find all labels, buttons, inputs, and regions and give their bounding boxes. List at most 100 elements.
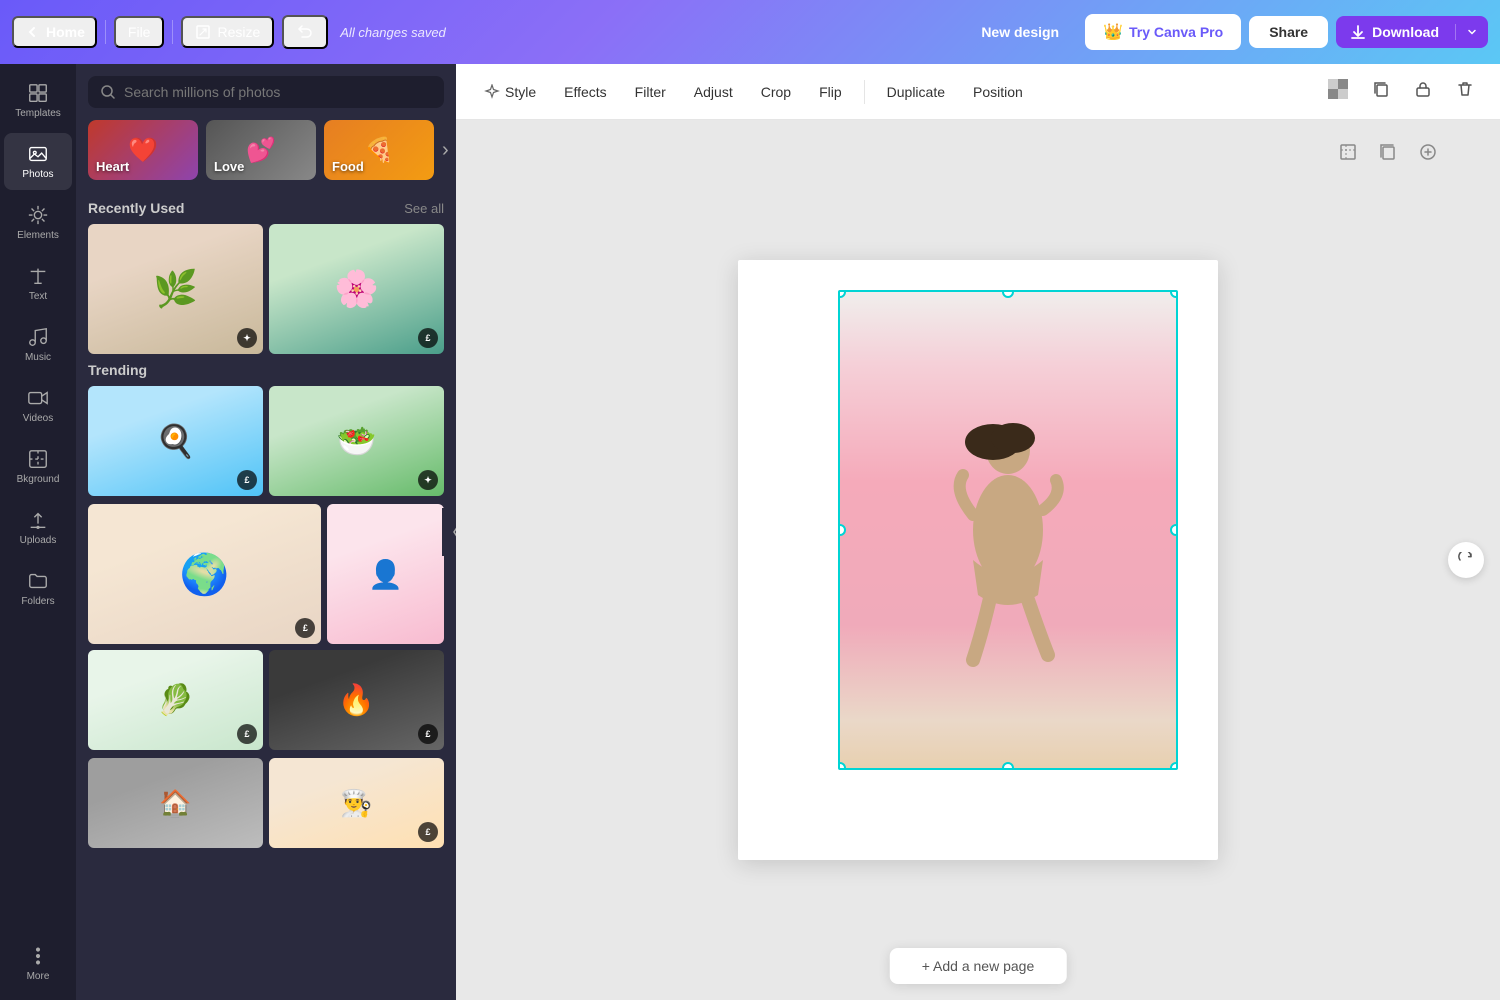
- filter-button[interactable]: Filter: [623, 77, 678, 107]
- handle-bottom-mid[interactable]: [1002, 762, 1014, 770]
- download-button-group[interactable]: Download: [1336, 16, 1488, 48]
- trending-row-1: 🍳 £ 🥗 ✦: [88, 386, 444, 496]
- lock-icon: [1414, 80, 1432, 98]
- sidebar-item-text[interactable]: Text: [4, 255, 72, 312]
- resize-button[interactable]: Resize: [181, 16, 274, 48]
- main-area: Templates Photos Elements Text: [0, 64, 1500, 1000]
- search-bar: [88, 76, 444, 108]
- category-chip-food[interactable]: 🍕 Food: [324, 120, 434, 180]
- photo-card-fireplace[interactable]: 🔥 £: [269, 650, 444, 750]
- file-button[interactable]: File: [114, 16, 165, 48]
- expand-frame-button[interactable]: [1332, 136, 1364, 168]
- sidebar-item-photos[interactable]: Photos: [4, 133, 72, 190]
- folders-icon: [27, 570, 49, 592]
- copy-button[interactable]: [1362, 73, 1400, 110]
- sidebar-icons: Templates Photos Elements Text: [0, 64, 76, 1000]
- see-all-recent[interactable]: See all: [404, 201, 444, 216]
- badge-picnic: ✦: [418, 470, 438, 490]
- duplicate-page-button[interactable]: [1372, 136, 1404, 168]
- food-chip-label: Food: [332, 159, 364, 174]
- crown-icon: 👑: [1103, 22, 1123, 42]
- canvas-right-tools: [1448, 542, 1484, 578]
- copy-icon: [1372, 80, 1390, 98]
- photo-card-kitchen[interactable]: 🍳 £: [88, 386, 263, 496]
- uploads-icon: [27, 509, 49, 531]
- trending-row-2: 🌍 £ 👤: [88, 504, 444, 644]
- photo-card-picnic[interactable]: 🥗 ✦: [269, 386, 444, 496]
- love-chip-label: Love: [214, 159, 244, 174]
- canvas-page: ↻: [738, 260, 1218, 860]
- photos-icon: [27, 143, 49, 165]
- trending-title: Trending: [88, 362, 147, 378]
- top-navbar: Home File Resize All changes saved New d…: [0, 0, 1500, 64]
- effects-button[interactable]: Effects: [552, 77, 619, 107]
- text-icon: [27, 265, 49, 287]
- handle-bottom-right[interactable]: [1170, 762, 1178, 770]
- trending-row-3: 🥬 £ 🔥 £: [88, 650, 444, 750]
- add-page-top-button[interactable]: [1412, 136, 1444, 168]
- music-icon: [27, 326, 49, 348]
- transparency-icon: [1328, 79, 1348, 99]
- nav-divider-2: [172, 20, 173, 44]
- adjust-button[interactable]: Adjust: [682, 77, 745, 107]
- new-design-button[interactable]: New design: [963, 16, 1077, 48]
- refresh-view-button[interactable]: [1448, 542, 1484, 578]
- style-button[interactable]: Style: [472, 77, 548, 107]
- recently-used-header: Recently Used See all: [88, 200, 444, 216]
- editor-area: Style Effects Filter Adjust Crop Flip Du…: [456, 64, 1500, 1000]
- trash-icon: [1456, 80, 1474, 98]
- category-chip-heart[interactable]: ❤️ Heart: [88, 120, 198, 180]
- woman-figure: [908, 330, 1108, 730]
- search-icon: [100, 84, 116, 100]
- position-button[interactable]: Position: [961, 77, 1035, 107]
- chevron-left-icon: [24, 24, 40, 40]
- delete-button[interactable]: [1446, 73, 1484, 110]
- more-icon: [27, 945, 49, 967]
- badge-chef: £: [418, 822, 438, 842]
- sidebar-item-folders[interactable]: Folders: [4, 560, 72, 617]
- photo-card-girl-shadow[interactable]: 👤: [327, 504, 444, 644]
- photo-card-palm[interactable]: 🌿 ✦: [88, 224, 263, 354]
- hide-chevron-icon: [451, 524, 456, 540]
- badge-fireplace: £: [418, 724, 438, 744]
- photo-card-chef[interactable]: 👨‍🍳 £: [269, 758, 444, 848]
- hide-panel-button[interactable]: [442, 508, 456, 556]
- sidebar-item-background[interactable]: Bkground: [4, 438, 72, 495]
- add-page-icon: [1418, 142, 1438, 162]
- sidebar-item-elements[interactable]: Elements: [4, 194, 72, 251]
- category-chip-love[interactable]: 💕 Love: [206, 120, 316, 180]
- sidebar-item-videos[interactable]: Videos: [4, 377, 72, 434]
- handle-mid-right[interactable]: [1170, 524, 1178, 536]
- photo-card-flowers[interactable]: 🌸 £: [269, 224, 444, 354]
- photo-card-grid[interactable]: 🏠: [88, 758, 263, 848]
- search-input[interactable]: [124, 84, 432, 100]
- category-more-button[interactable]: ›: [442, 139, 449, 162]
- left-panel: ❤️ Heart 💕 Love 🍕 Food › Recently Used S…: [76, 64, 456, 1000]
- duplicate-button[interactable]: Duplicate: [875, 77, 957, 107]
- image-frame[interactable]: ↻: [838, 290, 1178, 770]
- expand-icon: [1338, 142, 1358, 162]
- crop-button[interactable]: Crop: [749, 77, 803, 107]
- home-button[interactable]: Home: [12, 16, 97, 48]
- photo-card-cooking[interactable]: 🥬 £: [88, 650, 263, 750]
- heart-chip-label: Heart: [96, 159, 129, 174]
- checkerboard-button[interactable]: [1318, 72, 1358, 111]
- add-page-button[interactable]: + Add a new page: [890, 948, 1067, 984]
- canvas-top-controls: [1332, 136, 1444, 168]
- share-button[interactable]: Share: [1249, 16, 1328, 48]
- lock-button[interactable]: [1404, 73, 1442, 110]
- undo-button[interactable]: [282, 15, 328, 49]
- download-caret-button[interactable]: [1456, 26, 1488, 38]
- sidebar-item-more[interactable]: More: [4, 935, 72, 992]
- sidebar-item-uploads[interactable]: Uploads: [4, 499, 72, 556]
- flip-button[interactable]: Flip: [807, 77, 854, 107]
- recently-used-title: Recently Used: [88, 200, 184, 216]
- badge-flowers: £: [418, 328, 438, 348]
- style-sparkle-icon: [484, 84, 500, 100]
- elements-icon: [27, 204, 49, 226]
- try-pro-button[interactable]: 👑 Try Canva Pro: [1085, 14, 1241, 50]
- sidebar-item-templates[interactable]: Templates: [4, 72, 72, 129]
- sidebar-item-music[interactable]: Music: [4, 316, 72, 373]
- photo-card-earth[interactable]: 🌍 £: [88, 504, 321, 644]
- download-main[interactable]: Download: [1336, 24, 1456, 40]
